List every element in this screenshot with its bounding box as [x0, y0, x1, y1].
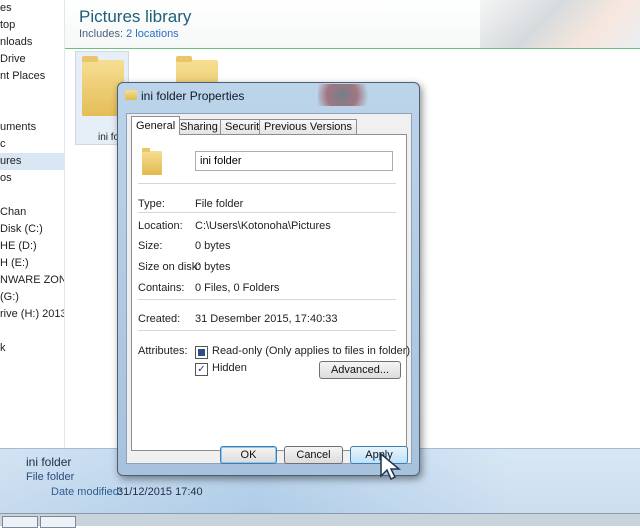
- nav-item[interactable]: uments: [0, 119, 64, 136]
- nav-item[interactable]: NWARE ZONE (: [0, 272, 64, 289]
- navigation-pane: es top nloads Drive nt Places uments c ures os Ch…: [0, 0, 65, 448]
- library-includes: Includes: 2 locations: [79, 28, 179, 40]
- readonly-label: Read-only (Only applies to files in fold…: [212, 345, 411, 357]
- nav-item[interactable]: (G:): [0, 289, 64, 306]
- type-label: Type:: [138, 198, 165, 210]
- dialog-title: ini folder Properties: [141, 89, 245, 103]
- separator: [138, 299, 396, 300]
- nav-item[interactable]: nloads: [0, 34, 64, 51]
- library-title: Pictures library: [79, 7, 192, 26]
- wallpaper-decoration: [480, 0, 640, 48]
- folder-icon: [142, 148, 162, 175]
- size-on-disk-label: Size on disk:: [138, 261, 201, 273]
- readonly-checkbox[interactable]: [195, 346, 208, 359]
- details-modified-value: 31/12/2015 17:40: [117, 486, 203, 498]
- includes-label: Includes:: [79, 28, 124, 40]
- attributes-label: Attributes:: [138, 345, 188, 357]
- created-label: Created:: [138, 313, 181, 325]
- nav-item[interactable]: [0, 187, 64, 204]
- details-modified-label: Date modified:: [51, 486, 122, 498]
- tab-sharing[interactable]: Sharing: [175, 119, 223, 135]
- taskbar-button[interactable]: [40, 516, 76, 528]
- dialog-titlebar[interactable]: ini folder Properties: [118, 83, 419, 107]
- nav-item[interactable]: c: [0, 136, 64, 153]
- location-label: Location:: [138, 220, 183, 232]
- nav-item[interactable]: os: [0, 170, 64, 187]
- separator: [138, 183, 396, 184]
- locations-link[interactable]: 2 locations: [126, 28, 179, 40]
- nav-item[interactable]: Drive: [0, 51, 64, 68]
- nav-item[interactable]: rive (H:) 201310: [0, 306, 64, 323]
- size-label: Size:: [138, 240, 163, 252]
- tab-previous-versions[interactable]: Previous Versions: [259, 119, 358, 135]
- tab-general[interactable]: General: [131, 116, 181, 135]
- dialog-body: General Sharing Security Previous Versio…: [126, 113, 412, 464]
- nav-item[interactable]: [0, 85, 64, 102]
- nav-item[interactable]: es: [0, 0, 64, 17]
- separator: [138, 212, 396, 213]
- nav-item[interactable]: top: [0, 17, 64, 34]
- ok-button[interactable]: OK: [220, 446, 277, 464]
- details-item-name: ini folder: [26, 455, 72, 469]
- type-value: File folder: [195, 198, 244, 210]
- size-on-disk-value: 0 bytes: [195, 261, 231, 273]
- contains-value: 0 Files, 0 Folders: [195, 282, 280, 294]
- general-tab-panel: ini folder Type: File folder Location: C…: [131, 134, 411, 451]
- folder-icon: [125, 90, 137, 100]
- nav-item[interactable]: Disk (C:): [0, 221, 64, 238]
- mouse-cursor-icon: [380, 452, 402, 481]
- nav-item[interactable]: Chan: [0, 204, 64, 221]
- taskbar: [0, 513, 640, 528]
- cancel-button[interactable]: Cancel: [284, 446, 343, 464]
- nav-item[interactable]: [0, 102, 64, 119]
- folder-tile-label: ini fo: [98, 132, 120, 143]
- separator: [138, 330, 396, 331]
- taskbar-button[interactable]: [2, 516, 38, 528]
- location-value: C:\Users\Kotonoha\Pictures: [195, 220, 331, 232]
- nav-item[interactable]: H (E:): [0, 255, 64, 272]
- wallpaper-decoration: [318, 84, 378, 106]
- nav-item[interactable]: k: [0, 340, 64, 357]
- nav-item[interactable]: ures: [0, 153, 64, 170]
- hidden-checkbox[interactable]: ✓: [195, 363, 208, 376]
- properties-dialog: ini folder Properties General Sharing Se…: [117, 82, 420, 476]
- hidden-label: Hidden: [212, 362, 247, 374]
- size-value: 0 bytes: [195, 240, 231, 252]
- details-item-type: File folder: [26, 471, 75, 483]
- folder-name-input[interactable]: ini folder: [195, 151, 393, 171]
- advanced-button[interactable]: Advanced...: [319, 361, 401, 379]
- created-value: 31 Desember 2015, 17:40:33: [195, 313, 338, 325]
- library-header: Pictures library Includes: 2 locations: [65, 0, 640, 49]
- nav-item[interactable]: nt Places: [0, 68, 64, 85]
- nav-item[interactable]: [0, 323, 64, 340]
- contains-label: Contains:: [138, 282, 185, 294]
- nav-item[interactable]: HE (D:): [0, 238, 64, 255]
